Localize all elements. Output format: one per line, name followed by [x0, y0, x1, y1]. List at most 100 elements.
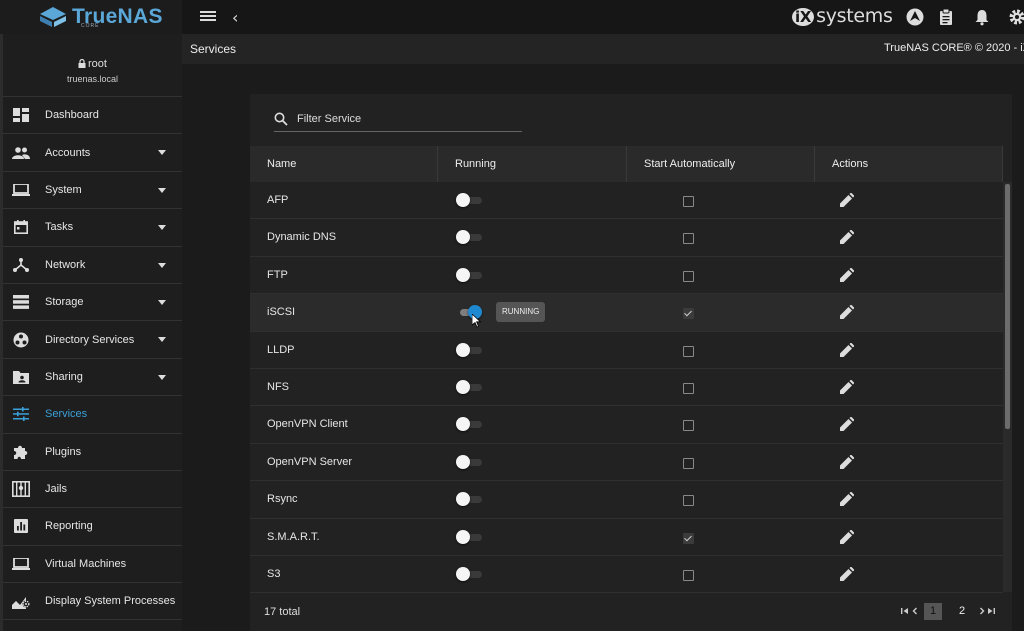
table-row: Dynamic DNS	[250, 219, 1003, 257]
sidebar-item-storage[interactable]: Storage	[3, 284, 182, 322]
table-row: OpenVPN Client	[250, 406, 1003, 444]
start-automatically-checkbox[interactable]	[683, 308, 694, 320]
start-automatically-checkbox[interactable]	[683, 233, 694, 245]
filter-field[interactable]	[274, 112, 522, 132]
edit-icon[interactable]	[840, 342, 855, 357]
running-toggle[interactable]	[456, 529, 482, 544]
edit-icon[interactable]	[840, 267, 855, 282]
running-toggle[interactable]	[456, 492, 482, 507]
toggle-knob	[456, 492, 470, 507]
edit-icon[interactable]	[840, 529, 855, 544]
start-automatically-checkbox[interactable]	[683, 270, 694, 282]
start-automatically-checkbox[interactable]	[683, 532, 694, 544]
search-icon	[274, 112, 288, 126]
toggle-knob	[456, 267, 470, 282]
sidebar-item-directory-services[interactable]: Directory Services	[3, 321, 182, 359]
start-automatically-checkbox[interactable]	[683, 569, 694, 581]
sidebar-item-network[interactable]: Network	[3, 247, 182, 284]
folder-share-icon	[12, 369, 30, 385]
sidebar-item-system[interactable]: System	[3, 172, 182, 210]
sidebar-item-label: Virtual Machines	[45, 557, 127, 570]
edit-icon[interactable]	[840, 566, 855, 581]
filter-input[interactable]	[297, 113, 517, 125]
sidebar-item-tasks[interactable]: Tasks	[3, 209, 182, 247]
running-toggle[interactable]	[456, 454, 482, 469]
running-toggle[interactable]	[456, 379, 482, 394]
sidebar-item-jails[interactable]: Jails	[3, 471, 182, 509]
page-2-button[interactable]: 2	[953, 603, 971, 620]
col-running[interactable]: Running	[438, 146, 627, 182]
sidebar-item-plugins[interactable]: Plugins	[3, 434, 182, 471]
sidebar-item-virtual-machines[interactable]: Virtual Machines	[3, 546, 182, 584]
edit-icon[interactable]	[840, 454, 855, 469]
last-page-icon[interactable]	[986, 606, 996, 616]
edit-icon[interactable]	[840, 379, 855, 394]
page-title: Services	[190, 42, 237, 56]
start-automatically-checkbox[interactable]	[683, 420, 694, 432]
bell-icon[interactable]	[973, 8, 991, 26]
edit-icon[interactable]	[840, 491, 855, 507]
chevron-down-icon[interactable]	[158, 150, 166, 156]
toggle-knob	[456, 379, 470, 394]
toggle-knob	[456, 529, 470, 544]
laptop-icon	[12, 182, 30, 198]
page-1-button[interactable]: 1	[924, 603, 942, 620]
prev-page-icon[interactable]	[911, 606, 919, 616]
table-footer: 17 total 1 2	[250, 594, 1012, 631]
menu-toggle-icon[interactable]	[200, 9, 216, 25]
start-automatically-checkbox[interactable]	[683, 345, 694, 357]
sidebar-item-services[interactable]: Services	[3, 396, 182, 434]
chevron-down-icon[interactable]	[158, 187, 166, 193]
brand-systems: systems	[816, 5, 893, 27]
running-toggle[interactable]	[456, 267, 482, 282]
sidebar-item-label: Network	[45, 258, 86, 271]
sliders-icon	[12, 406, 30, 422]
scrollbar[interactable]	[1003, 182, 1012, 592]
edit-icon[interactable]	[840, 229, 855, 245]
sidebar-item-sharing[interactable]: Sharing	[3, 359, 182, 397]
sidebar-item-label: Directory Services	[45, 333, 135, 346]
col-start-automatically[interactable]: Start Automatically	[627, 146, 815, 182]
running-toggle[interactable]	[456, 342, 482, 357]
gear-icon[interactable]	[1008, 8, 1024, 26]
sidebar-item-accounts[interactable]: Accounts	[3, 134, 182, 172]
col-name[interactable]: Name	[250, 146, 438, 182]
toggle-knob	[456, 454, 470, 469]
running-toggle[interactable]	[456, 230, 482, 245]
clipboard-icon[interactable]	[937, 8, 955, 26]
edit-icon[interactable]	[840, 304, 855, 320]
chevron-down-icon[interactable]	[158, 262, 166, 268]
hostname: truenas.local	[66, 74, 119, 84]
sidebar-item-reporting[interactable]: Reporting	[3, 508, 182, 546]
edit-icon[interactable]	[840, 192, 855, 207]
chevron-down-icon[interactable]	[158, 337, 166, 343]
running-toggle[interactable]	[456, 566, 482, 581]
sidebar-item-label: Sharing	[45, 370, 83, 383]
chevron-left-icon[interactable]: ‹	[232, 8, 238, 27]
sidebar-item-label: Reporting	[45, 520, 93, 533]
service-name: FTP	[267, 268, 288, 281]
next-page-icon[interactable]	[978, 606, 986, 616]
running-toggle[interactable]	[456, 193, 482, 207]
top-bar: TrueNAS CORE ‹ iX systems	[0, 0, 1024, 34]
truenas-logo-icon	[40, 7, 66, 27]
logo[interactable]: TrueNAS CORE	[0, 0, 182, 34]
sidebar-item-display-system-processes[interactable]: Display System Processes	[3, 583, 182, 621]
truecommand-icon[interactable]	[906, 8, 924, 26]
running-toggle[interactable]	[456, 417, 482, 432]
start-automatically-checkbox[interactable]	[683, 457, 694, 469]
sidebar-item-label: Storage	[45, 296, 84, 309]
chevron-down-icon[interactable]	[158, 225, 166, 231]
edit-icon[interactable]	[840, 416, 855, 432]
service-name: S.M.A.R.T.	[267, 530, 320, 543]
start-automatically-checkbox[interactable]	[683, 196, 694, 207]
chevron-down-icon[interactable]	[158, 299, 166, 305]
scrollbar-thumb[interactable]	[1005, 184, 1010, 429]
start-automatically-checkbox[interactable]	[683, 495, 694, 507]
first-page-icon[interactable]	[900, 606, 910, 616]
sidebar-item-dashboard[interactable]: Dashboard	[3, 97, 182, 135]
table-row: S.M.A.R.T.	[250, 519, 1003, 556]
start-automatically-checkbox[interactable]	[683, 382, 694, 394]
directory-icon	[12, 332, 30, 348]
chevron-down-icon[interactable]	[158, 374, 166, 380]
